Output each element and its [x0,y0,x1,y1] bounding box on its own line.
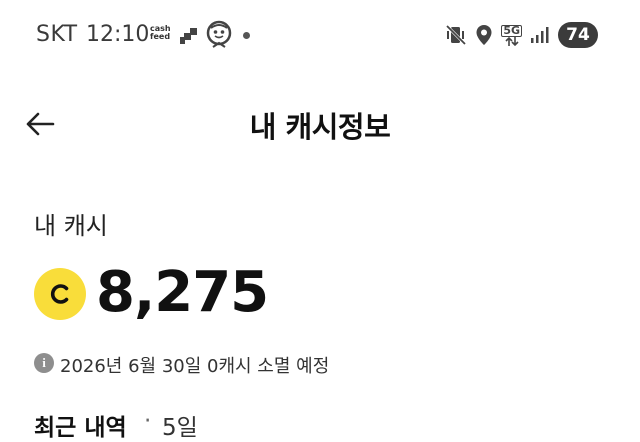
recent-history-period-filter[interactable]: 5일 [162,408,198,442]
recent-history-separator: · [144,408,152,434]
cashfeed-notification-icon: cash feed [150,25,176,41]
status-bar: SKT 12:10 cash feed 5G 74 [0,0,640,70]
app-notification-icon [180,28,197,44]
recent-history-heading: 최근 내역 [34,415,127,441]
face-notification-icon [206,20,232,48]
system-icons: 5G 74 [445,20,598,50]
data-transfer-arrows-icon [505,36,519,46]
coin-c-glyph [50,284,69,304]
network-type-label: 5G [501,23,522,37]
clock-time: 12:10 [86,22,150,47]
more-notifications-dot [243,32,250,39]
network-5g-icon: 5G [501,23,522,46]
vibrate-mute-icon [446,24,467,46]
signal-strength-icon [531,27,549,43]
cash-balance-amount: 8,275 [96,260,269,325]
my-cash-label: 내 캐시 [34,212,108,240]
cashfeed-icon-text-bottom: feed [150,32,171,41]
battery-level-badge: 74 [558,22,598,48]
cash-coin-icon [34,268,86,320]
location-icon [476,25,492,45]
cash-expiry-notice: 2026년 6월 30일 0캐시 소멸 예정 [60,356,330,377]
info-icon: i [34,353,54,373]
page-title: 내 캐시정보 [249,110,391,144]
carrier-label: SKT [36,22,78,47]
